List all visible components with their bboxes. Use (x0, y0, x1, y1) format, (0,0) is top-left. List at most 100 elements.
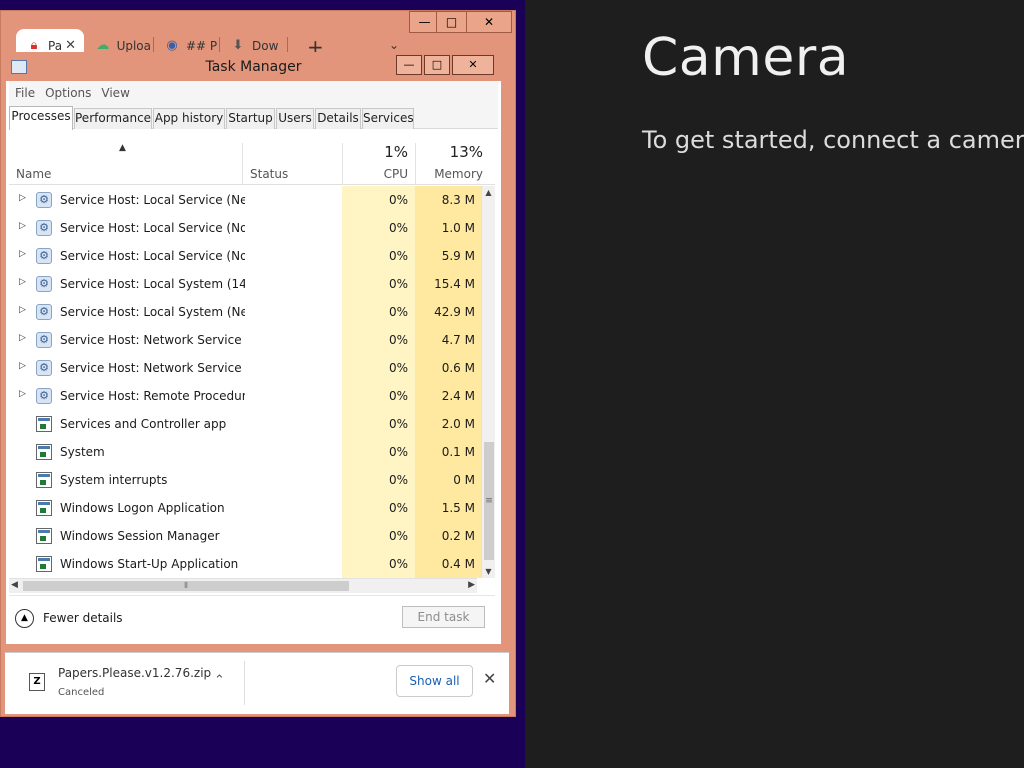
process-name: Service Host: Remote Procedure... (60, 389, 245, 403)
scroll-down-icon[interactable]: ▼ (482, 567, 495, 576)
tab-details[interactable]: Details (315, 108, 361, 129)
minimize-button[interactable]: — (396, 55, 422, 75)
process-memory: 42.9 M (434, 305, 475, 319)
column-status[interactable]: Status (250, 167, 288, 181)
process-memory: 8.3 M (441, 193, 475, 207)
horizontal-scrollbar[interactable]: ◀ ⦀ ▶ (9, 578, 477, 593)
process-memory: 0.6 M (441, 361, 475, 375)
memory-total-percent: 13% (449, 143, 483, 161)
download-file-name[interactable]: Papers.Please.v1.2.76.zip (58, 666, 211, 680)
process-row[interactable]: ▷ ⚙ Service Host: Local System (Net... 0% 42… (9, 298, 481, 326)
menu-bar: File Options View (9, 81, 498, 105)
window-icon (36, 556, 52, 572)
expand-arrow-icon[interactable]: ▷ (19, 277, 26, 287)
process-memory: 0.2 M (441, 529, 475, 543)
process-name: Services and Controller app (60, 417, 227, 431)
menu-options[interactable]: Options (45, 86, 91, 100)
scroll-up-icon[interactable]: ▲ (482, 188, 495, 197)
process-cpu: 0% (388, 557, 408, 571)
tab-search-chevron-icon[interactable]: ⌄ (389, 38, 399, 52)
process-row[interactable]: Windows Session Manager 0% 0.2 M (9, 522, 481, 550)
tab-performance[interactable]: Performance (74, 108, 152, 129)
browser-close-button[interactable]: ✕ (466, 11, 512, 33)
window-icon (36, 528, 52, 544)
expand-arrow-icon[interactable]: ▷ (19, 361, 26, 371)
horizontal-scroll-thumb[interactable]: ⦀ (23, 581, 349, 591)
expand-arrow-icon[interactable]: ▷ (19, 389, 26, 399)
task-manager-body: File Options View Processes Performance … (9, 81, 498, 643)
expand-arrow-icon[interactable]: ▷ (19, 249, 26, 259)
expand-arrow-icon[interactable]: ▷ (19, 305, 26, 315)
gear-icon: ⚙ (36, 248, 52, 264)
downloads-close-icon[interactable]: ✕ (483, 669, 496, 688)
scroll-left-icon[interactable]: ◀ (11, 580, 18, 590)
chevron-up-icon[interactable]: ⌃ (214, 673, 225, 688)
tab-users[interactable]: Users (276, 108, 314, 129)
process-cpu: 0% (388, 389, 408, 403)
camera-title: Camera (642, 28, 850, 88)
process-row[interactable]: Windows Logon Application 0% 1.5 M (9, 494, 481, 522)
process-name: Service Host: Network Service (... (60, 361, 245, 375)
menu-view[interactable]: View (101, 86, 129, 100)
process-cpu: 0% (388, 417, 408, 431)
sort-ascending-icon: ▲ (119, 143, 126, 153)
scroll-right-icon[interactable]: ▶ (468, 580, 475, 590)
process-memory: 5.9 M (441, 249, 475, 263)
column-memory[interactable]: Memory (415, 167, 483, 181)
tab-app-history[interactable]: App history (153, 108, 225, 129)
gear-icon: ⚙ (36, 276, 52, 292)
maximize-button[interactable]: □ (424, 55, 450, 75)
tab-services[interactable]: Services (362, 108, 414, 129)
process-name: Windows Session Manager (60, 529, 220, 543)
process-memory: 0.1 M (441, 445, 475, 459)
process-row[interactable]: Windows Start-Up Application 0% 0.4 M (9, 550, 481, 578)
process-row[interactable]: ▷ ⚙ Service Host: Network Service (5) 0% 4.7… (9, 326, 481, 354)
process-row[interactable]: System interrupts 0% 0 M (9, 466, 481, 494)
camera-app: Camera To get started, connect a camera. (525, 0, 1024, 768)
expand-arrow-icon[interactable]: ▷ (19, 193, 26, 203)
zip-file-icon: Z (29, 673, 45, 691)
process-row[interactable]: ▷ ⚙ Service Host: Local System (14) 0% 15.4 … (9, 270, 481, 298)
window-icon (36, 444, 52, 460)
process-name: Service Host: Local Service (No ... (60, 249, 245, 263)
browser-tab-label: Pa (48, 39, 63, 53)
window-icon (36, 472, 52, 488)
process-row[interactable]: ▷ ⚙ Service Host: Local Service (No ... 0% 5… (9, 242, 481, 270)
menu-file[interactable]: File (15, 86, 35, 100)
column-cpu[interactable]: CPU (342, 167, 408, 181)
process-cpu: 0% (388, 221, 408, 235)
browser-maximize-button[interactable]: □ (436, 11, 467, 33)
window-icon (36, 416, 52, 432)
process-memory: 1.5 M (441, 501, 475, 515)
process-cpu: 0% (388, 361, 408, 375)
process-row[interactable]: ▷ ⚙ Service Host: Network Service (... 0% 0.… (9, 354, 481, 382)
process-cpu: 0% (388, 193, 408, 207)
expand-arrow-icon[interactable]: ▷ (19, 221, 26, 231)
column-name[interactable]: Name (16, 167, 51, 181)
process-row[interactable]: ▷ ⚙ Service Host: Local Service (Net... 0% 8… (9, 186, 481, 214)
process-memory: 0 M (453, 473, 475, 487)
process-row[interactable]: ▷ ⚙ Service Host: Remote Procedure... 0% 2.4… (9, 382, 481, 410)
process-row[interactable]: Services and Controller app 0% 2.0 M (9, 410, 481, 438)
fewer-details-link[interactable]: Fewer details (43, 611, 123, 625)
vertical-scroll-thumb[interactable]: ≡ (484, 442, 494, 560)
end-task-button[interactable]: End task (402, 606, 485, 628)
chevron-up-circle-icon[interactable]: ▲ (15, 609, 34, 628)
expand-arrow-icon[interactable]: ▷ (19, 333, 26, 343)
vertical-scrollbar[interactable]: ▲ ≡ ▼ (481, 186, 495, 578)
browser-tab-label: ## P (186, 39, 218, 53)
task-manager-titlebar[interactable]: Task Manager — □ ✕ (6, 53, 501, 81)
download-status: Canceled (58, 687, 105, 698)
process-name: Service Host: Local System (14) (60, 277, 245, 291)
close-button[interactable]: ✕ (452, 55, 494, 75)
process-name: Service Host: Local System (Net... (60, 305, 245, 319)
show-all-button[interactable]: Show all (396, 665, 473, 697)
tab-processes[interactable]: Processes (9, 106, 73, 130)
column-header-row: ▲ Name Status 1% CPU 13% Memory (9, 129, 495, 185)
tab-close-icon[interactable]: ✕ (65, 38, 76, 53)
process-row[interactable]: ▷ ⚙ Service Host: Local Service (No I... 0%… (9, 214, 481, 242)
gear-icon: ⚙ (36, 304, 52, 320)
process-cpu: 0% (388, 305, 408, 319)
process-row[interactable]: System 0% 0.1 M (9, 438, 481, 466)
tab-startup[interactable]: Startup (226, 108, 275, 129)
